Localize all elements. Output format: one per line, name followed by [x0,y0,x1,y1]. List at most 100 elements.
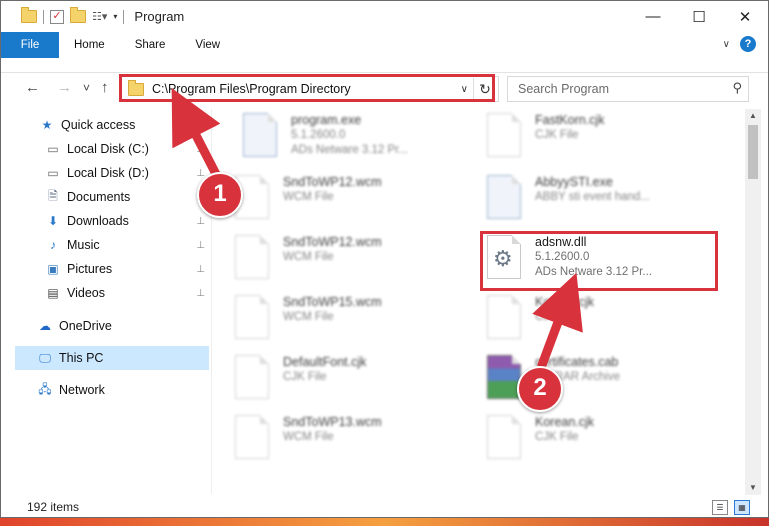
scroll-down-icon[interactable]: ▼ [745,481,761,495]
file-list: program.exe 5.1.2600.0 ADs Netware 3.12 … [215,109,745,494]
network-icon: 🖧 [38,381,52,396]
file-name: FastKorn.cjk [535,113,605,127]
file-type: CJK File [535,431,579,443]
step-badge-1: 1 [197,172,243,218]
pin-icon[interactable]: ⊥ [196,288,205,299]
status-bar: 192 items ☰ ▦ [1,496,768,518]
pin-icon[interactable]: ⊥ [196,216,205,227]
ribbon-right-controls: ∨ ? [723,36,756,52]
divider [43,9,44,24]
list-item[interactable]: program.exe 5.1.2600.0 ADs Netware 3.12 … [225,109,455,163]
sidebar-item-network[interactable]: 🖧 Network [1,378,209,402]
sidebar-item-label: Quick access [61,118,136,132]
sidebar-item-label: Network [59,383,105,397]
list-item[interactable]: DefaultFont.cjk CJK File [217,351,447,405]
pin-icon[interactable]: ⊥ [196,144,205,155]
sidebar-item-documents[interactable]: 🗎 Documents ⊥ [1,185,209,209]
recent-locations-button[interactable]: ˅ [83,81,90,95]
address-highlight-box [119,74,495,102]
download-icon: ⬇ [47,214,59,228]
file-name: SndToWP15.wcm [283,295,382,309]
documents-icon: 🗎 [48,188,58,203]
file-highlight-box [480,231,718,291]
customize-toolbar-icon[interactable]: ☷▾ [92,10,107,23]
file-name: Korean.cjk [535,415,595,429]
file-type: WCM File [283,191,334,203]
item-count: 192 items [27,500,80,514]
computer-icon: 🖵 [39,350,51,365]
list-item[interactable]: AbbyySTI.exe ABBY sti event hand... [469,171,699,225]
up-button[interactable]: ↑ [101,79,109,96]
sidebar-item-videos[interactable]: ▤ Videos ⊥ [1,281,209,305]
sidebar-item-downloads[interactable]: ⬇ Downloads ⊥ [1,209,209,233]
file-name: program.exe [291,113,362,127]
sidebar-item-local-disk-d[interactable]: ▭ Local Disk (D:) ⊥ [1,161,209,185]
maximize-button[interactable]: ☐ [676,1,722,32]
sidebar-item-quick-access[interactable]: ★ Quick access [1,113,209,137]
list-item[interactable]: FastKorn.cjk CJK File [469,109,699,163]
file-type: ABBY sti event hand... [535,191,650,203]
pin-icon[interactable]: ⊥ [196,264,205,275]
list-item[interactable]: SndToWP15.wcm WCM File [217,291,447,345]
details-view-icon[interactable]: ☰ [712,500,728,515]
folder-icon [21,7,37,23]
toolbar-dropdown-icon[interactable]: ▾ [113,12,117,21]
step-badge-2: 2 [517,366,563,412]
back-button[interactable]: ← [25,79,40,96]
archive-icon [487,355,521,399]
forward-button[interactable]: → [57,79,72,96]
new-folder-icon[interactable] [70,7,86,23]
sidebar-item-label: OneDrive [59,319,112,333]
file-icon [487,113,521,157]
sidebar-item-label: Local Disk (C:) [67,142,149,156]
navigation-pane: ★ Quick access ▭ Local Disk (C:) ⊥ ▭ Loc… [1,109,209,494]
list-item[interactable]: Korean.cjk CJK File [469,411,699,465]
expand-ribbon-icon[interactable]: ∨ [723,39,730,50]
sidebar-item-label: This PC [59,351,104,365]
drive-icon: ▭ [47,166,59,180]
file-name: Korean.cjk [535,295,595,309]
file-icon [487,295,521,339]
properties-icon[interactable]: ✓ [50,9,64,24]
scrollbar-thumb[interactable] [748,125,758,179]
minimize-button[interactable]: — [630,1,676,32]
list-item[interactable]: certificates.cab WinRAR Archive [469,351,699,405]
file-icon [235,415,269,459]
tab-share[interactable]: Share [120,32,181,58]
pane-splitter[interactable] [211,109,212,494]
list-item[interactable]: SndToWP12.wcm WCM File [217,171,447,225]
pin-icon[interactable]: ⊥ [196,240,205,251]
tab-file[interactable]: File [1,32,59,58]
sidebar-item-label: Videos [67,286,105,300]
search-input[interactable] [516,81,730,97]
sidebar-item-onedrive[interactable]: ☁ OneDrive [1,314,209,338]
ribbon: File Home Share View ∨ ? [1,32,768,73]
help-icon[interactable]: ? [740,36,756,52]
file-icon [487,175,521,219]
list-item[interactable]: SndToWP12.wcm WCM File [217,231,447,285]
sidebar-item-this-pc[interactable]: 🖵 This PC [15,346,209,370]
sidebar-item-local-disk-c[interactable]: ▭ Local Disk (C:) ⊥ [1,137,209,161]
file-icon [487,415,521,459]
file-type: WCM File [283,431,334,443]
sidebar-item-music[interactable]: ♪ Music ⊥ [1,233,209,257]
sidebar-item-pictures[interactable]: ▣ Pictures ⊥ [1,257,209,281]
window-title: Program [134,9,185,24]
search-icon[interactable]: ⚲ [732,80,742,96]
tab-home[interactable]: Home [59,32,120,58]
file-type: CJK File [535,311,579,323]
tab-view[interactable]: View [180,32,235,58]
list-item[interactable]: Korean.cjk CJK File [469,291,699,345]
vertical-scrollbar[interactable]: ▲ ▼ [745,109,761,495]
file-type: WCM File [283,311,334,323]
file-icon [235,355,269,399]
file-description: ADs Netware 3.12 Pr... [291,144,408,156]
file-name: AbbyySTI.exe [535,175,613,189]
close-button[interactable]: ✕ [722,1,768,32]
scroll-up-icon[interactable]: ▲ [745,109,761,123]
large-icons-view-icon[interactable]: ▦ [734,500,750,515]
search-box[interactable]: ⚲ [507,76,749,102]
quick-access-toolbar: ✓ ☷▾ ▾ [1,7,125,24]
file-name: SndToWP12.wcm [283,235,382,249]
list-item[interactable]: SndToWP13.wcm WCM File [217,411,447,465]
